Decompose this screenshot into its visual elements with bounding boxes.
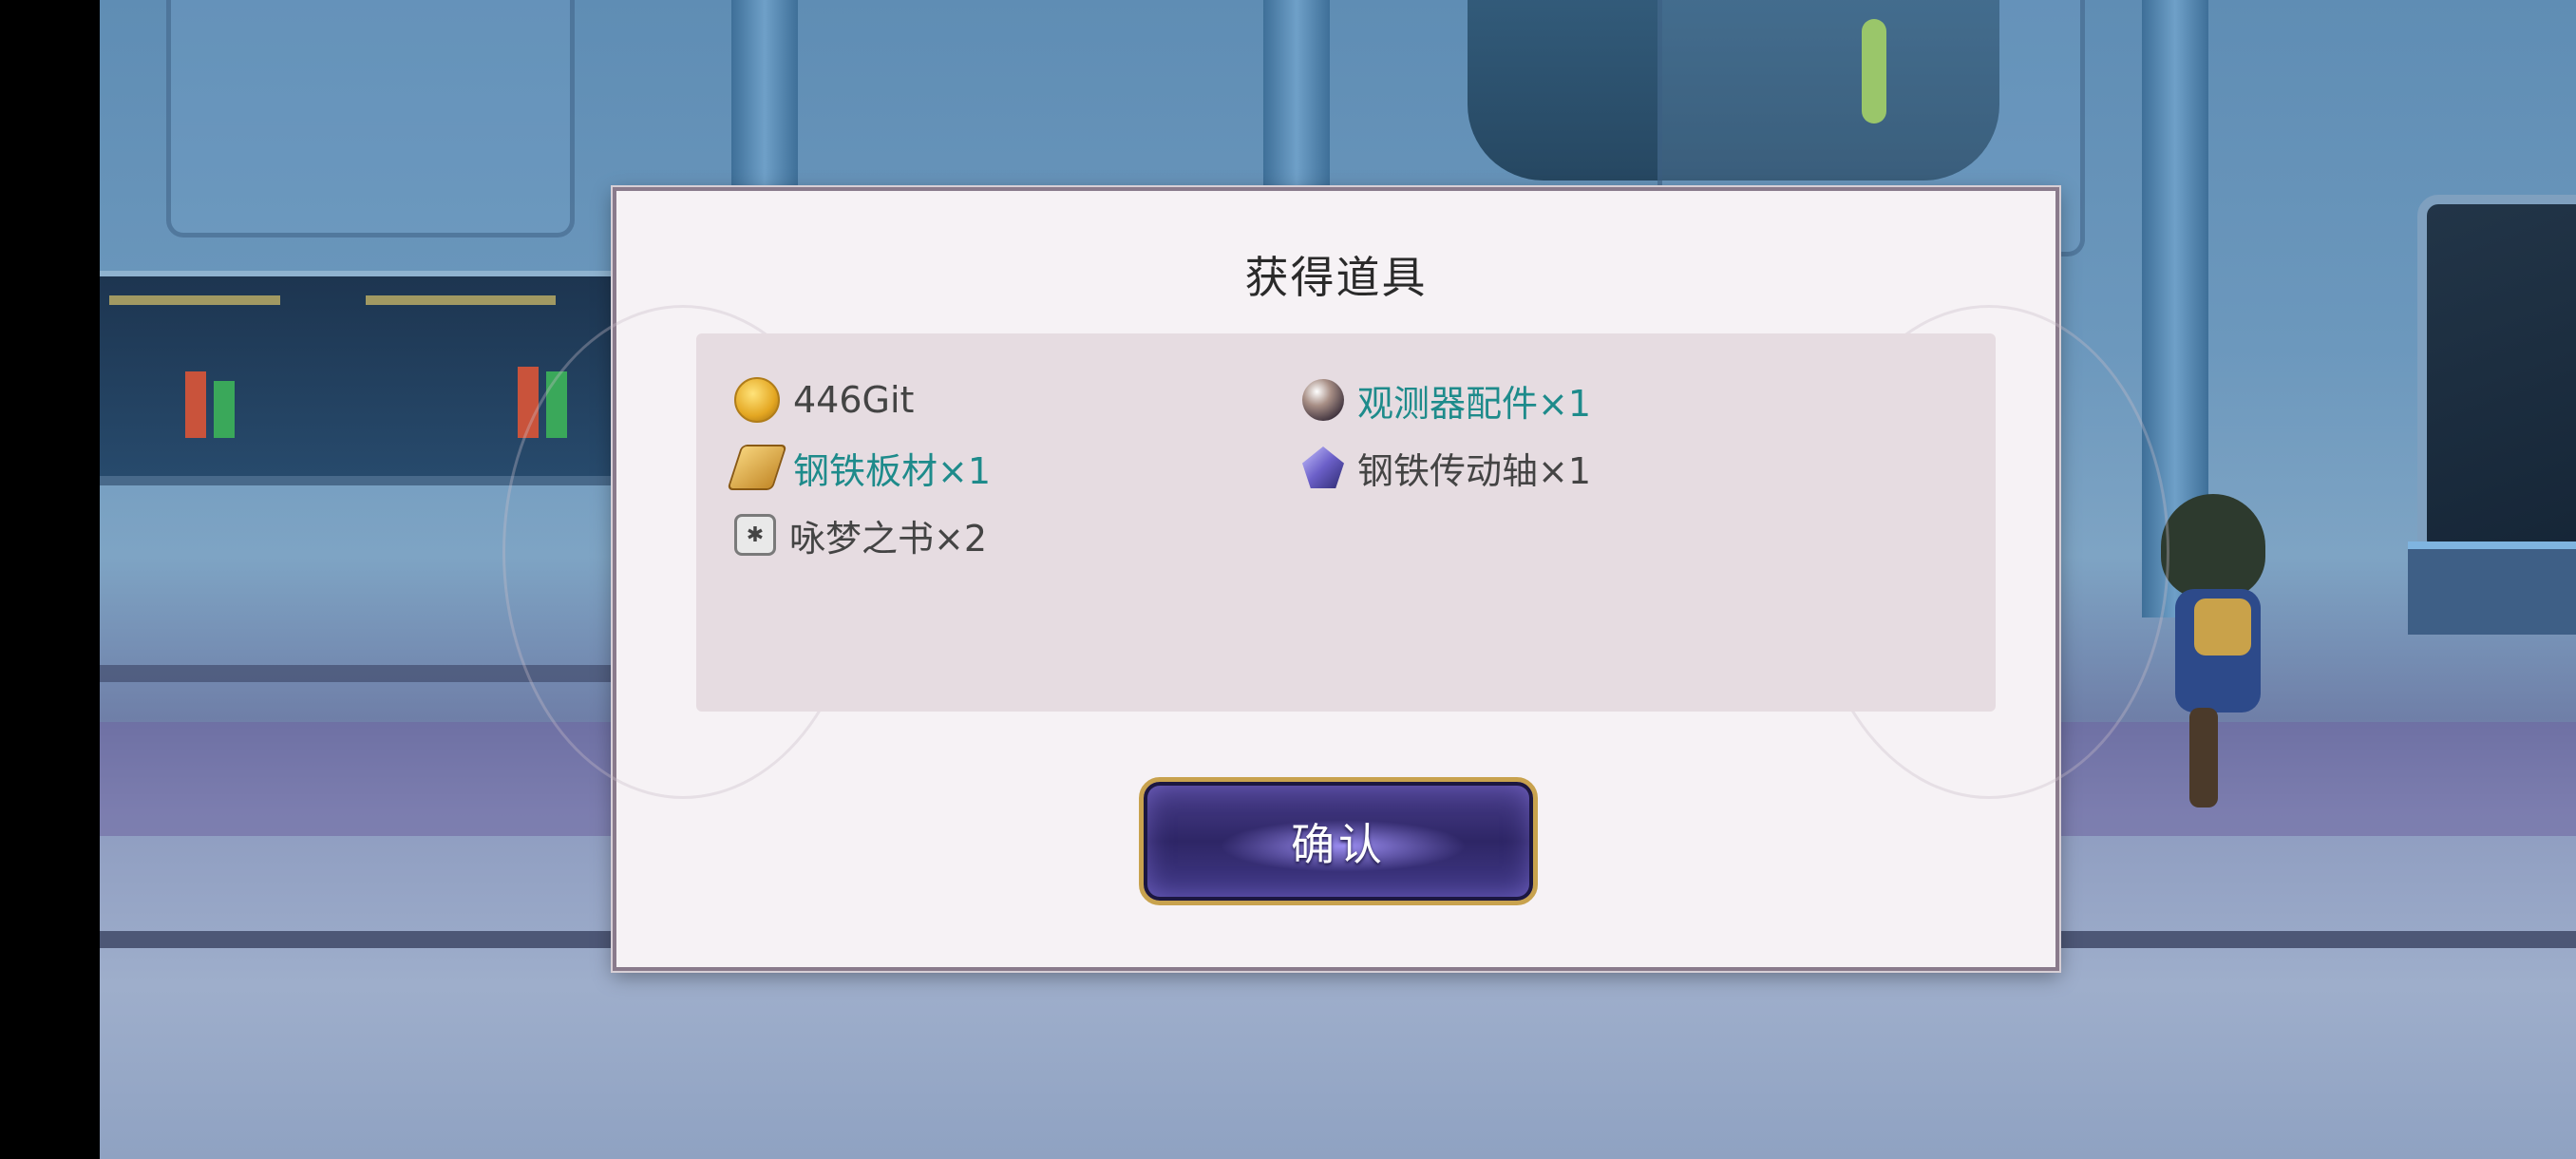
reward-item-label: 钢铁板材×1	[793, 449, 992, 492]
book-icon: ✱	[734, 514, 776, 556]
confirm-button[interactable]: 确认	[1139, 777, 1538, 905]
right-console	[2408, 542, 2576, 635]
wall-panel	[166, 0, 575, 238]
reward-item-list: 446Git 观测器配件×1 钢铁板材×1 钢铁传动轴×1 ✱ 咏梦之书×2	[696, 333, 1996, 712]
coin-icon	[734, 377, 780, 423]
crystal-icon	[1302, 446, 1344, 488]
item-reward-dialog: 获得道具 446Git 观测器配件×1 钢铁板材×1 钢铁传动轴×1 ✱ 咏梦之…	[502, 187, 2169, 971]
reward-item-label: 观测器配件×1	[1357, 382, 1592, 425]
orb-icon	[1302, 379, 1344, 421]
steel-plate-icon	[727, 445, 787, 490]
reward-item-git: 446Git	[734, 373, 914, 427]
reward-item-label: 钢铁传动轴×1	[1357, 449, 1592, 492]
right-screen	[2417, 195, 2576, 560]
reward-item-label: 446Git	[793, 379, 915, 421]
reward-item-steel-shaft: 钢铁传动轴×1	[1302, 441, 1591, 494]
dialog-title: 获得道具	[1244, 252, 1428, 303]
reward-item-observer-part: 观测器配件×1	[1302, 373, 1591, 427]
reward-item-steel-plate: 钢铁板材×1	[727, 441, 992, 494]
reward-item-label: 咏梦之书×2	[789, 517, 988, 560]
reward-item-dream-book: ✱ 咏梦之书×2	[734, 508, 987, 561]
confirm-button-label: 确认	[1291, 818, 1386, 870]
